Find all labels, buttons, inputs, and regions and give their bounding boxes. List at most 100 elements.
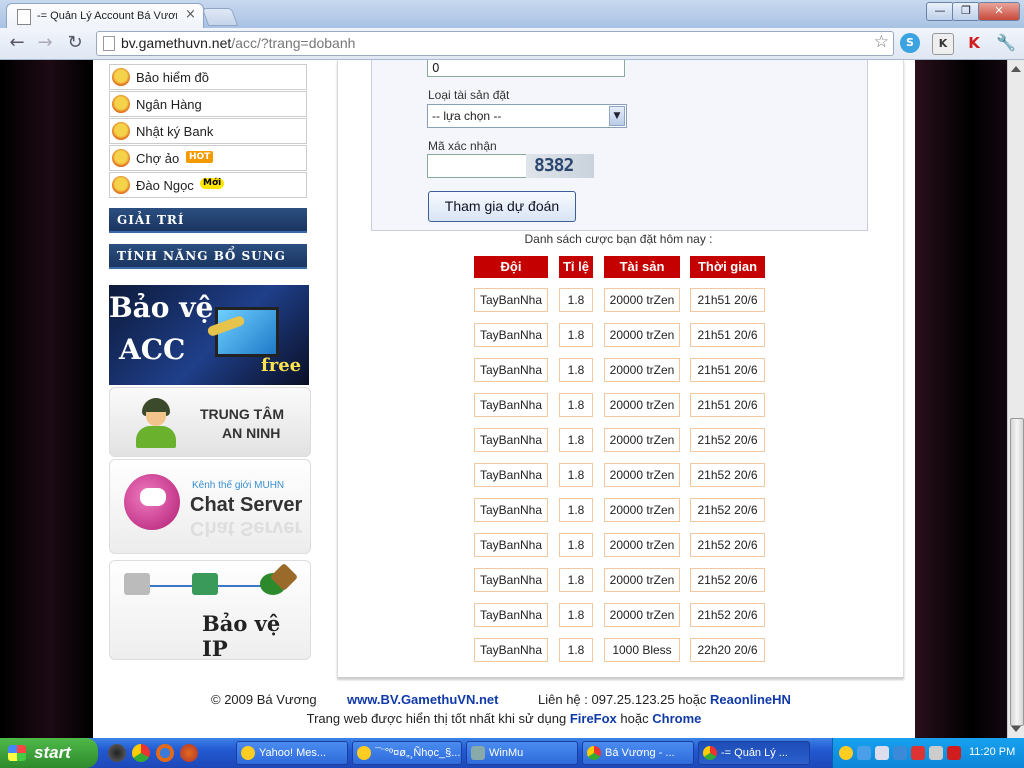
new-tab-button[interactable] [201,8,239,26]
sidebar-item-dao-ngoc[interactable]: Đào Ngọc Mới [109,172,307,198]
task-ba-vuong[interactable]: Bá Vương - ... [582,741,694,765]
minimize-button[interactable]: — [926,2,954,21]
k-extension-icon[interactable]: K [932,33,954,55]
banner-text: Chat Server [190,494,303,516]
ie-tray-icon[interactable] [857,746,871,760]
page-content: Bảo hiểm đồ Ngân Hàng Nhật ký Bank Chợ ả… [93,60,915,738]
security-center-banner[interactable]: TRUNG TÂM AN NINH [109,387,311,457]
hot-badge: HOT [186,151,214,163]
contact-link[interactable]: ReaonlineHN [710,692,791,707]
column-header: Đội [474,256,548,278]
wrench-icon[interactable]: 🔧 [996,33,1016,53]
time-cell: 21h52 20/6 [690,603,765,627]
chat-server-banner[interactable]: Kênh thế giới MUHN Chat Server Chat Serv… [109,459,311,554]
sidebar-item-insurance[interactable]: Bảo hiểm đồ [109,64,307,90]
chrome-link[interactable]: Chrome [652,711,701,726]
network-tray-icon[interactable] [875,746,889,760]
captcha-label: Mã xác nhận [428,139,497,153]
asset-cell: 20000 trZen [604,358,680,382]
captcha-image: 8382 [526,154,594,178]
protect-acc-banner[interactable]: Bảo vệ ACC free [109,285,309,385]
odds-cell: 1.8 [559,603,593,627]
contact-text: Liên hệ : 097.25.123.25 hoặc [538,692,707,707]
team-cell: TayBanNha [474,463,548,487]
asset-type-select[interactable]: -- lựa chọn -- ▼ [427,104,627,128]
yahoo-smiley-icon [241,746,255,760]
skype-tray-icon[interactable] [893,746,907,760]
team-cell: TayBanNha [474,393,548,417]
bookmark-star-icon[interactable]: ☆ [874,32,889,52]
winmu-icon [471,746,485,760]
sidebar-item-bank[interactable]: Ngân Hàng [109,91,307,117]
task-yahoo[interactable]: Yahoo! Mes... [236,741,348,765]
team-cell: TayBanNha [474,323,548,347]
restore-button[interactable]: ❐ [952,2,980,21]
time-cell: 21h51 20/6 [690,358,765,382]
url-text: bv.gamethuvn.net/acc/?trang=dobanh [121,35,356,51]
section-extra-features[interactable]: TÍNH NĂNG BỔ SUNG [109,244,307,269]
task-chat[interactable]: ¯¨°º¤ø„¸Ñhọc_§... [352,741,462,765]
join-prediction-button[interactable]: Tham gia dự đoán [428,191,576,222]
scroll-up-icon[interactable] [1011,66,1021,72]
character-icon [112,68,130,86]
chevron-down-icon[interactable]: ▼ [609,106,625,126]
kaspersky-tray-icon[interactable] [947,746,961,760]
system-tray: 11:20 PM [832,738,1024,768]
captcha-input[interactable] [427,154,527,178]
firefox-link[interactable]: FireFox [570,711,617,726]
browser-titlebar: -= Quản Lý Account Bá Vươn × — ❐ ✕ [0,0,1024,29]
column-header: Thời gian [690,256,765,278]
start-button[interactable]: start [0,738,98,768]
sidebar-item-market[interactable]: Chợ ảo HOT [109,145,307,171]
forward-arrow-icon[interactable]: → [34,32,56,54]
sidebar-item-label: Nhật ký Bank [136,124,214,139]
new-badge: Mới [200,178,225,189]
ip-protect-banner[interactable]: Bảo vệ IP [109,560,311,660]
odds-cell: 1.8 [559,428,593,452]
media-player-icon[interactable] [108,744,126,762]
page-icon [103,36,115,51]
time-cell: 22h20 20/6 [690,638,765,662]
browser-icon[interactable] [180,744,198,762]
banner-text: AN NINH [222,425,281,441]
time-cell: 21h51 20/6 [690,323,765,347]
vertical-scrollbar[interactable] [1007,60,1024,738]
sidebar-item-bank-log[interactable]: Nhật ký Bank [109,118,307,144]
character-icon [112,176,130,194]
chrome-icon [587,746,601,760]
odds-cell: 1.8 [559,288,593,312]
time-cell: 21h51 20/6 [690,288,765,312]
yahoo-tray-icon[interactable] [839,746,853,760]
address-bar[interactable]: bv.gamethuvn.net/acc/?trang=dobanh ☆ [96,31,894,56]
window-close-button[interactable]: ✕ [978,2,1020,21]
browser-toolbar: ← → ↻ bv.gamethuvn.net/acc/?trang=dobanh… [0,28,1024,60]
team-cell: TayBanNha [474,288,548,312]
character-icon [112,95,130,113]
banner-reflection: Chat Server [190,517,303,539]
firefox-icon[interactable] [156,744,174,762]
character-icon [112,149,130,167]
browser-tab[interactable]: -= Quản Lý Account Bá Vươn × [6,3,204,29]
scroll-down-icon[interactable] [1011,726,1021,732]
security-shield-icon[interactable] [911,746,925,760]
chrome-icon[interactable] [132,744,150,762]
amount-input[interactable]: 0 [427,60,625,77]
time-cell: 21h52 20/6 [690,428,765,452]
browser-note-or: hoặc [620,711,649,726]
task-winmu[interactable]: WinMu [466,741,578,765]
scroll-thumb[interactable] [1010,418,1024,726]
tab-title: -= Quản Lý Account Bá Vươn [37,10,177,22]
sidebar-item-label: Bảo hiểm đồ [136,70,209,85]
banner-text: Bảo vệ IP [202,611,281,660]
reload-icon[interactable]: ↻ [64,32,86,54]
skype-extension-icon[interactable]: S [900,33,920,53]
volume-icon[interactable] [929,746,943,760]
site-link[interactable]: www.BV.GamethuVN.net [347,692,498,707]
asset-cell: 20000 trZen [604,393,680,417]
back-arrow-icon[interactable]: ← [6,32,28,54]
clock: 11:20 PM [969,746,1016,758]
kaspersky-extension-icon[interactable]: K [964,33,984,53]
tab-close-icon[interactable]: × [185,7,196,22]
section-entertainment[interactable]: GIẢI TRÍ [109,208,307,233]
task-quan-ly[interactable]: -= Quản Lý ... [698,741,810,765]
